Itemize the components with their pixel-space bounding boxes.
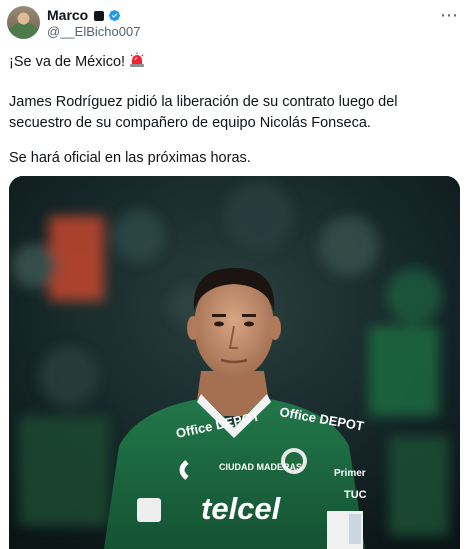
author-name-row: Marco xyxy=(47,7,121,24)
jersey-sponsor-main: telcel xyxy=(201,491,282,526)
player-photo-illustration: Office DEPOT Office DEPOT CIUDAD MADERAS… xyxy=(9,176,460,549)
jersey-sponsor-side: Primer xyxy=(334,468,366,479)
jersey-sponsor-center: CIUDAD MADERAS xyxy=(219,462,302,472)
verified-icon xyxy=(109,9,121,22)
more-icon[interactable]: ⋯ xyxy=(440,6,459,24)
jersey-sponsor-side2: TUC xyxy=(344,489,367,501)
author-handle[interactable]: @__ElBicho007 xyxy=(47,24,140,40)
tweet-line-3: Se hará oficial en las próximas horas. xyxy=(9,150,251,166)
siren-icon xyxy=(130,52,145,67)
tweet-line-1-text: ¡Se va de México! xyxy=(9,54,126,70)
square-badge-icon xyxy=(94,10,105,21)
tweet-line-1: ¡Se va de México! xyxy=(9,52,145,73)
tweet-photo[interactable]: Office DEPOT Office DEPOT CIUDAD MADERAS… xyxy=(9,176,460,549)
author-display-name[interactable]: Marco xyxy=(47,7,88,24)
tweet-header: Marco @__ElBicho007 ⋯ xyxy=(0,0,470,44)
avatar[interactable] xyxy=(7,6,40,39)
tweet-line-2: James Rodríguez pidió la liberación de s… xyxy=(9,94,398,131)
